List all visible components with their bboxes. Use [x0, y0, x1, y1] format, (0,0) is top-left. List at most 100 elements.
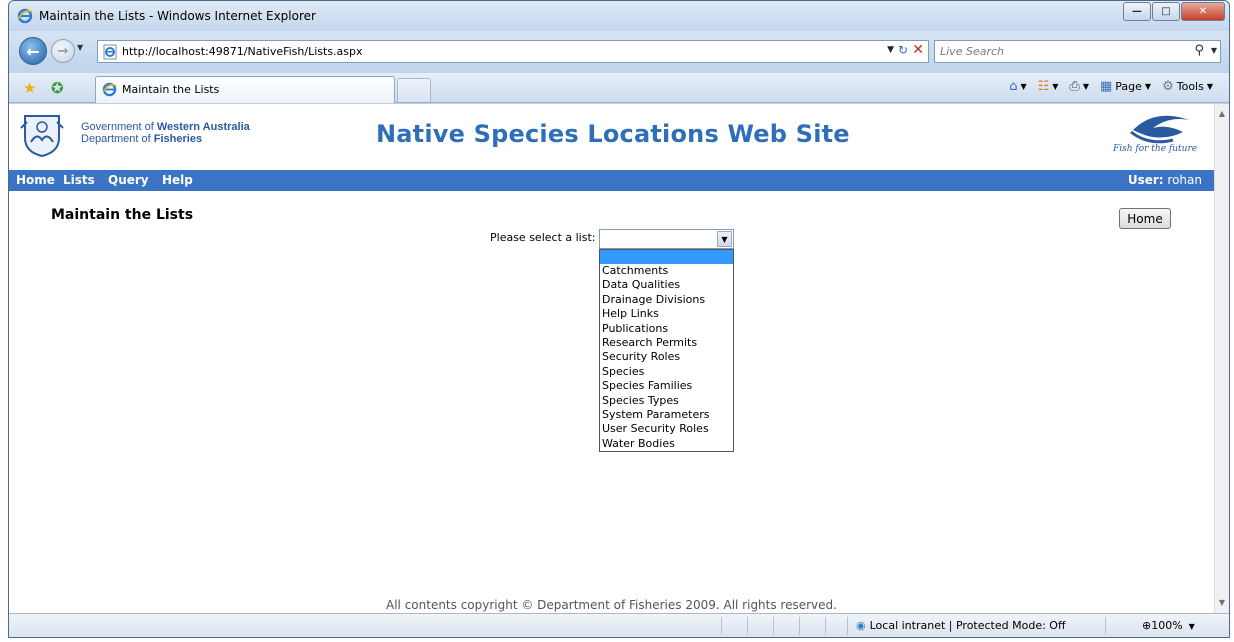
government-text: Government of Western Australia Departme…: [81, 121, 250, 145]
security-zone-text: Local intranet | Protected Mode: Off: [869, 619, 1066, 632]
security-zone[interactable]: ◉ Local intranet | Protected Mode: Off: [856, 619, 1066, 632]
list-option-drainage-divisions[interactable]: Drainage Divisions: [600, 293, 733, 307]
search-placeholder: Live Search: [940, 45, 1004, 58]
home-icon[interactable]: ⌂: [1009, 79, 1017, 94]
status-divider: [799, 617, 800, 635]
status-divider: [721, 617, 722, 635]
menu-item-query[interactable]: Query: [108, 173, 149, 187]
feeds-dropdown-icon[interactable]: ▼: [1052, 82, 1058, 91]
zoom-control[interactable]: ⊕100% ▼: [1142, 619, 1195, 632]
site-menu-bar: Home Lists Query Help User: rohan: [9, 170, 1214, 191]
current-user: User: rohan: [1128, 173, 1202, 187]
list-option-security-roles[interactable]: Security Roles: [600, 350, 733, 364]
new-tab-button[interactable]: [397, 78, 431, 102]
status-divider: [773, 617, 774, 635]
address-dropdown-icon[interactable]: ▼: [887, 45, 894, 55]
search-options-dropdown-icon[interactable]: ▼: [1211, 46, 1217, 55]
site-header: Government of Western Australia Departme…: [9, 104, 1214, 170]
status-divider: [825, 617, 826, 635]
browser-window: Maintain the Lists - Windows Internet Ex…: [8, 0, 1230, 638]
user-label: User:: [1127, 173, 1164, 187]
list-option-blank[interactable]: [600, 250, 733, 264]
gov-line2-bold: Fisheries: [153, 133, 203, 145]
copyright-footer: All contents copyright © Department of F…: [386, 598, 837, 612]
search-icon[interactable]: ⚲: [1194, 43, 1204, 58]
fisheries-logo-icon: [1130, 115, 1189, 144]
address-bar[interactable]: http://localhost:49871/NativeFish/Lists.…: [97, 40, 929, 63]
page-content: Government of Western Australia Departme…: [9, 104, 1214, 613]
zoom-icon: ⊕: [1142, 619, 1152, 632]
command-bar: ⌂ ▼ ☷ ▼ ⎙ ▼ ▦ Page ▼ ⚙ Tools ▼: [1006, 79, 1221, 94]
title-bar: Maintain the Lists - Windows Internet Ex…: [9, 1, 1229, 31]
list-option-user-security-roles[interactable]: User Security Roles: [600, 422, 733, 436]
gov-line2-prefix: Department of: [81, 133, 154, 145]
list-option-research-permits[interactable]: Research Permits: [600, 336, 733, 350]
list-option-species-types[interactable]: Species Types: [600, 394, 733, 408]
page-menu[interactable]: Page: [1115, 80, 1142, 93]
list-option-species-families[interactable]: Species Families: [600, 379, 733, 393]
list-select[interactable]: ▼: [599, 229, 734, 249]
close-window-button[interactable]: ✕: [1181, 2, 1225, 21]
list-option-help-links[interactable]: Help Links: [600, 307, 733, 321]
close-icon: ✕: [1198, 6, 1208, 17]
menu-item-help[interactable]: Help: [162, 173, 193, 187]
scroll-down-icon[interactable]: ▼: [1215, 595, 1229, 611]
list-option-publications[interactable]: Publications: [600, 322, 733, 336]
add-favorites-icon[interactable]: ✪: [51, 79, 64, 97]
maximize-icon: □: [1161, 6, 1171, 17]
tools-menu[interactable]: Tools: [1177, 80, 1204, 93]
history-dropdown-icon[interactable]: ▼: [77, 43, 83, 52]
page-ie-icon: [103, 44, 117, 60]
address-bar-row: ← → ▼ http://localhost:49871/NativeFish/…: [9, 31, 1229, 73]
tab-maintain-lists[interactable]: Maintain the Lists: [95, 76, 395, 103]
print-dropdown-icon[interactable]: ▼: [1083, 82, 1089, 91]
menu-item-lists[interactable]: Lists: [63, 173, 95, 187]
list-option-catchments[interactable]: Catchments: [600, 264, 733, 278]
list-option-system-parameters[interactable]: System Parameters: [600, 408, 733, 422]
status-divider: [1105, 617, 1106, 635]
ie-logo-icon: [17, 8, 33, 24]
window-title: Maintain the Lists - Windows Internet Ex…: [39, 9, 316, 23]
select-list-label: Please select a list:: [490, 231, 596, 244]
back-button[interactable]: ←: [19, 37, 47, 65]
home-button[interactable]: Home: [1119, 208, 1171, 229]
refresh-icon[interactable]: ↻: [898, 43, 908, 57]
page-title: Maintain the Lists: [51, 207, 194, 223]
vertical-scrollbar[interactable]: ▲ ▼: [1214, 104, 1229, 613]
menu-item-home[interactable]: Home: [16, 173, 55, 187]
list-option-water-bodies[interactable]: Water Bodies: [600, 437, 733, 451]
page-dropdown-icon[interactable]: ▼: [1145, 82, 1151, 91]
zoom-dropdown-icon[interactable]: ▼: [1189, 622, 1195, 631]
list-option-data-qualities[interactable]: Data Qualities: [600, 278, 733, 292]
gov-line1-bold: Western Australia: [156, 121, 250, 133]
tab-label: Maintain the Lists: [122, 83, 220, 96]
status-divider: [847, 617, 848, 635]
page-icon: ▦: [1099, 79, 1113, 94]
maximize-button[interactable]: □: [1152, 2, 1180, 21]
tools-gear-icon: ⚙: [1162, 79, 1174, 94]
search-box[interactable]: Live Search ⚲ ▼: [934, 40, 1221, 63]
favorites-star-icon[interactable]: ★: [23, 79, 36, 97]
tagline: Fish for the future: [1113, 144, 1198, 154]
list-select-dropdown[interactable]: Catchments Data Qualities Drainage Divis…: [599, 249, 734, 452]
forward-arrow-icon: →: [57, 43, 69, 59]
list-option-species[interactable]: Species: [600, 365, 733, 379]
scroll-up-icon[interactable]: ▲: [1215, 106, 1229, 122]
zoom-level: 100%: [1151, 619, 1183, 632]
chevron-down-icon[interactable]: ▼: [717, 231, 732, 247]
status-divider: [747, 617, 748, 635]
url-text: http://localhost:49871/NativeFish/Lists.…: [122, 45, 363, 58]
home-dropdown-icon[interactable]: ▼: [1020, 82, 1026, 91]
forward-button[interactable]: →: [51, 39, 75, 63]
gov-line1-prefix: Government of: [81, 121, 157, 133]
stop-icon[interactable]: ✕: [912, 42, 924, 58]
tab-ie-icon: [102, 82, 117, 97]
back-arrow-icon: ←: [26, 41, 40, 61]
feeds-icon[interactable]: ☷: [1038, 79, 1050, 94]
minimize-button[interactable]: —: [1123, 2, 1151, 21]
minimize-icon: —: [1132, 6, 1142, 17]
tools-dropdown-icon[interactable]: ▼: [1207, 82, 1213, 91]
print-icon[interactable]: ⎙: [1069, 79, 1079, 94]
globe-icon: ◉: [856, 619, 866, 632]
site-title: Native Species Locations Web Site: [376, 120, 850, 148]
